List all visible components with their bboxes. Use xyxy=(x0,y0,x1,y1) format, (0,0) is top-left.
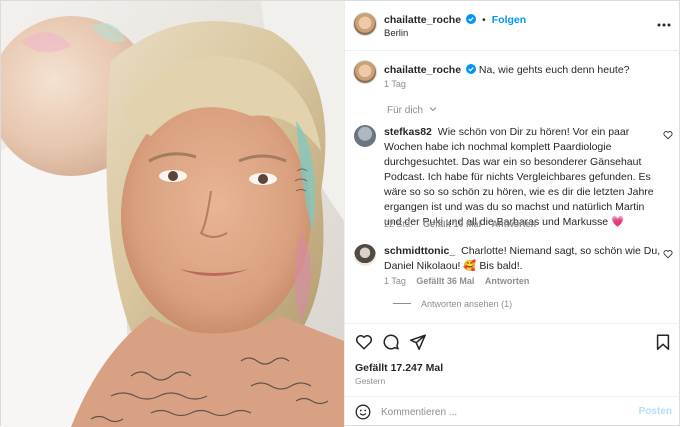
selfie-image xyxy=(1,1,344,427)
post-modal: chailatte_roche • Folgen Berlin chailatt… xyxy=(0,0,680,427)
add-comment-bar: Posten xyxy=(345,396,680,427)
caption-author-username[interactable]: chailatte_roche xyxy=(384,64,461,76)
heart-icon[interactable] xyxy=(355,333,373,351)
comment-meta: 1 Tag Gefällt 36 Mal Antworten xyxy=(384,276,537,286)
emoji-icon[interactable] xyxy=(355,404,371,420)
follow-button[interactable]: Folgen xyxy=(492,14,526,26)
author-row: chailatte_roche • Folgen xyxy=(384,14,526,26)
caption-timestamp[interactable]: 1 Tag xyxy=(384,79,406,89)
verified-badge-icon xyxy=(465,64,476,74)
comment-icon[interactable] xyxy=(382,333,400,351)
caption-author-avatar[interactable] xyxy=(354,61,376,83)
verified-badge-icon xyxy=(466,14,477,24)
post-actions-bar xyxy=(345,323,680,359)
comment-likes[interactable]: Gefällt 10 Mal xyxy=(423,219,481,229)
author-avatar[interactable] xyxy=(354,13,376,35)
bookmark-icon[interactable] xyxy=(654,333,672,351)
post-like-count[interactable]: Gefällt 17.247 Mal xyxy=(355,362,443,374)
more-horizontal-icon[interactable] xyxy=(656,17,672,33)
heart-icon[interactable] xyxy=(663,130,673,140)
comment-likes[interactable]: Gefällt 36 Mal xyxy=(416,276,474,286)
chevron-down-icon xyxy=(429,107,437,112)
comment-time[interactable]: 22 Std. xyxy=(384,219,413,229)
comment-body: schmidttonic_ Charlotte! Niemand sagt, s… xyxy=(384,244,664,274)
commenter-avatar[interactable] xyxy=(354,125,376,147)
reply-button[interactable]: Antworten xyxy=(492,219,537,229)
author-username[interactable]: chailatte_roche xyxy=(384,14,461,26)
commenter-username[interactable]: stefkas82 xyxy=(384,126,432,138)
view-replies-button[interactable]: Antworten ansehen (1) xyxy=(393,299,512,309)
post-location[interactable]: Berlin xyxy=(384,28,408,39)
caption-text-row: chailatte_roche Na, wie gehts euch denn … xyxy=(384,63,664,77)
comment-meta: 22 Std. Gefällt 10 Mal Antworten xyxy=(384,219,544,229)
replies-divider-line xyxy=(393,303,411,304)
post-date[interactable]: Gestern xyxy=(355,376,385,386)
for-you-filter[interactable]: Für dich xyxy=(387,105,437,116)
view-replies-label: Antworten ansehen (1) xyxy=(421,299,513,309)
post-side-panel: chailatte_roche • Folgen Berlin chailatt… xyxy=(344,1,680,427)
share-icon[interactable] xyxy=(409,333,427,351)
separator-dot: • xyxy=(482,15,486,26)
post-header: chailatte_roche • Folgen Berlin xyxy=(345,1,680,51)
heart-icon[interactable] xyxy=(663,249,673,259)
post-photo[interactable] xyxy=(1,1,344,427)
post-comment-button[interactable]: Posten xyxy=(639,406,672,417)
comment-text: Wie schön von Dir zu hören! Vor ein paar… xyxy=(384,126,654,228)
caption-body: Na, wie gehts euch denn heute? xyxy=(478,64,630,76)
for-you-label: Für dich xyxy=(387,105,424,116)
comment-body: stefkas82 Wie schön von Dir zu hören! Vo… xyxy=(384,125,664,230)
reply-button[interactable]: Antworten xyxy=(485,276,530,286)
commenter-avatar[interactable] xyxy=(354,244,376,266)
comment-input[interactable] xyxy=(381,402,621,422)
commenter-username[interactable]: schmidttonic_ xyxy=(384,245,455,257)
comment-time[interactable]: 1 Tag xyxy=(384,276,406,286)
